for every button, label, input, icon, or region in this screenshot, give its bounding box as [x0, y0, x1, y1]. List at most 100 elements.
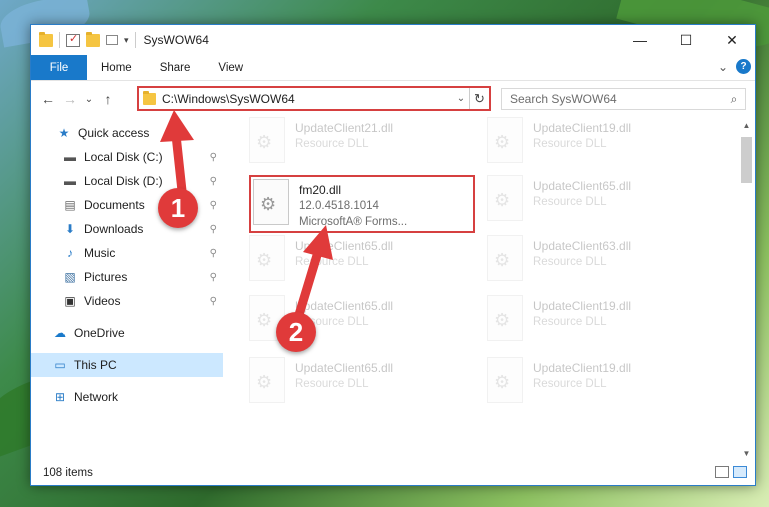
sidebar-item-label: Videos [84, 294, 121, 308]
status-bar: 108 items [31, 461, 755, 485]
dll-file-icon [487, 117, 523, 163]
sidebar-item-label: Pictures [84, 270, 128, 284]
file-item[interactable]: UpdateClient65.dll Resource DLL [249, 357, 469, 409]
quick-access-toolbar: ▾ [31, 31, 136, 48]
scroll-thumb[interactable] [741, 137, 752, 183]
up-button[interactable]: ↑ [97, 91, 119, 107]
minimize-button[interactable]: — [617, 25, 663, 55]
file-meta: UpdateClient65.dll Resource DLL [295, 235, 393, 270]
file-list: UpdateClient21.dllResource DLLUpdateClie… [249, 117, 741, 462]
scroll-down-icon[interactable]: ▼ [738, 449, 755, 458]
sidebar-item-pictures[interactable]: ▧ Pictures ⚲ [31, 265, 223, 289]
maximize-button[interactable]: ☐ [663, 25, 709, 55]
file-item[interactable]: UpdateClient19.dll Resource DLL [487, 295, 707, 347]
sidebar-item-label: Music [84, 246, 116, 260]
file-explorer-window: ▾ SysWOW64 — ☐ ✕ File Home Share View ⌄ … [30, 24, 756, 486]
tab-home[interactable]: Home [87, 55, 146, 80]
file-meta: UpdateClient65.dll Resource DLL [533, 175, 631, 210]
file-meta: UpdateClient65.dll Resource DLL [295, 357, 393, 392]
sidebar-item-label: Documents [84, 198, 145, 212]
window-title: SysWOW64 [143, 33, 209, 47]
tab-view[interactable]: View [204, 55, 257, 80]
back-button[interactable]: ← [37, 91, 59, 107]
forward-button[interactable]: → [59, 91, 81, 107]
search-icon[interactable]: ⌕ [723, 92, 745, 107]
drive-icon: ▬ [64, 150, 76, 164]
sidebar-item-music[interactable]: ♪ Music ⚲ [31, 241, 223, 265]
file-item[interactable]: UpdateClient65.dll Resource DLL [249, 235, 469, 287]
sidebar-item-label: Downloads [84, 222, 144, 236]
folder-icon [39, 31, 53, 47]
file-type: Resource DLL [533, 196, 607, 208]
file-name: UpdateClient19.dll [533, 299, 632, 313]
file-item[interactable]: UpdateClient19.dll Resource DLL [487, 117, 707, 169]
sidebar-item-quick-access[interactable]: ★ Quick access [31, 121, 223, 145]
view-toggles [715, 466, 747, 478]
file-meta: UpdateClient19.dll Resource DLL [533, 357, 631, 392]
step-1-badge: 1 [158, 188, 198, 228]
drive-icon: ▬ [64, 174, 76, 188]
close-button[interactable]: ✕ [709, 25, 755, 55]
recent-locations-button[interactable]: ⌄ [81, 94, 97, 105]
expand-ribbon-icon[interactable]: ⌄ [718, 60, 728, 74]
address-path[interactable]: C:\Windows\SysWOW64 [162, 92, 453, 106]
file-item[interactable]: UpdateClient19.dll Resource DLL [487, 357, 707, 409]
file-type: Resource DLL [533, 138, 607, 150]
documents-icon: ▤ [64, 198, 76, 212]
file-meta: UpdateClient19.dll Resource DLL [533, 295, 631, 330]
properties-icon[interactable] [66, 32, 80, 47]
sidebar-item-videos[interactable]: ▣ Videos ⚲ [31, 289, 223, 313]
file-type: Resource DLL [533, 256, 607, 268]
sidebar-item-onedrive[interactable]: ☁ OneDrive [31, 321, 223, 345]
sidebar-item-this-pc[interactable]: ▭ This PC [31, 353, 223, 377]
star-icon: ★ [58, 126, 70, 140]
address-bar[interactable]: C:\Windows\SysWOW64 ⌄ ↻ [137, 86, 491, 111]
sidebar-item-network[interactable]: ⊞ Network [31, 385, 223, 409]
title-bar: ▾ SysWOW64 — ☐ ✕ [31, 25, 755, 55]
customize-toolbar-icon[interactable] [106, 35, 118, 45]
vertical-scrollbar[interactable]: ▲ ▼ [738, 117, 755, 462]
download-icon: ⬇ [64, 222, 76, 236]
scroll-up-icon[interactable]: ▲ [738, 121, 755, 130]
file-name: UpdateClient65.dll [295, 239, 394, 253]
pin-icon: ⚲ [209, 271, 217, 283]
refresh-icon[interactable]: ↻ [469, 88, 489, 109]
separator [59, 32, 60, 48]
sidebar-item-label: Network [74, 390, 119, 404]
large-icons-view-icon[interactable] [733, 466, 747, 478]
toolbar-dropdown-icon[interactable]: ▾ [124, 35, 129, 46]
details-view-icon[interactable] [715, 466, 729, 478]
tab-file[interactable]: File [31, 55, 87, 80]
ribbon: File Home Share View ⌄ ? [31, 55, 755, 81]
file-meta: UpdateClient19.dll Resource DLL [533, 117, 631, 152]
music-icon: ♪ [67, 246, 73, 260]
tab-share[interactable]: Share [146, 55, 205, 80]
pictures-icon: ▧ [64, 270, 76, 284]
file-name: UpdateClient65.dll [295, 299, 394, 313]
file-type: Resource DLL [533, 316, 607, 328]
address-dropdown-icon[interactable]: ⌄ [453, 93, 469, 104]
separator [134, 32, 136, 48]
file-item[interactable]: UpdateClient65.dll Resource DLL [487, 175, 707, 227]
file-name: UpdateClient21.dll [295, 121, 394, 135]
pin-icon: ⚲ [209, 247, 217, 259]
help-icon[interactable]: ? [736, 59, 751, 74]
sidebar-item-local-disk-c[interactable]: ▬ Local Disk (C:) ⚲ [31, 145, 223, 169]
file-type: Resource DLL [295, 378, 369, 390]
file-name: UpdateClient65.dll [295, 361, 394, 375]
sidebar-item-downloads[interactable]: ⬇ Downloads ⚲ [31, 217, 223, 241]
file-item[interactable]: UpdateClient63.dll Resource DLL [487, 235, 707, 287]
file-name: UpdateClient19.dll [533, 361, 632, 375]
dll-file-icon [487, 357, 523, 403]
search-box[interactable]: Search SysWOW64 ⌕ [501, 88, 746, 110]
pin-icon: ⚲ [209, 199, 217, 211]
item-count: 108 items [43, 467, 93, 479]
file-item[interactable]: UpdateClient21.dll Resource DLL [249, 117, 469, 169]
file-name: UpdateClient65.dll [533, 179, 632, 193]
sidebar-item-local-disk-d[interactable]: ▬ Local Disk (D:) ⚲ [31, 169, 223, 193]
pin-icon: ⚲ [209, 151, 217, 163]
new-folder-icon[interactable] [86, 31, 100, 47]
cloud-icon: ☁ [54, 326, 66, 340]
videos-icon: ▣ [64, 294, 76, 308]
search-input[interactable]: Search SysWOW64 [510, 92, 723, 106]
